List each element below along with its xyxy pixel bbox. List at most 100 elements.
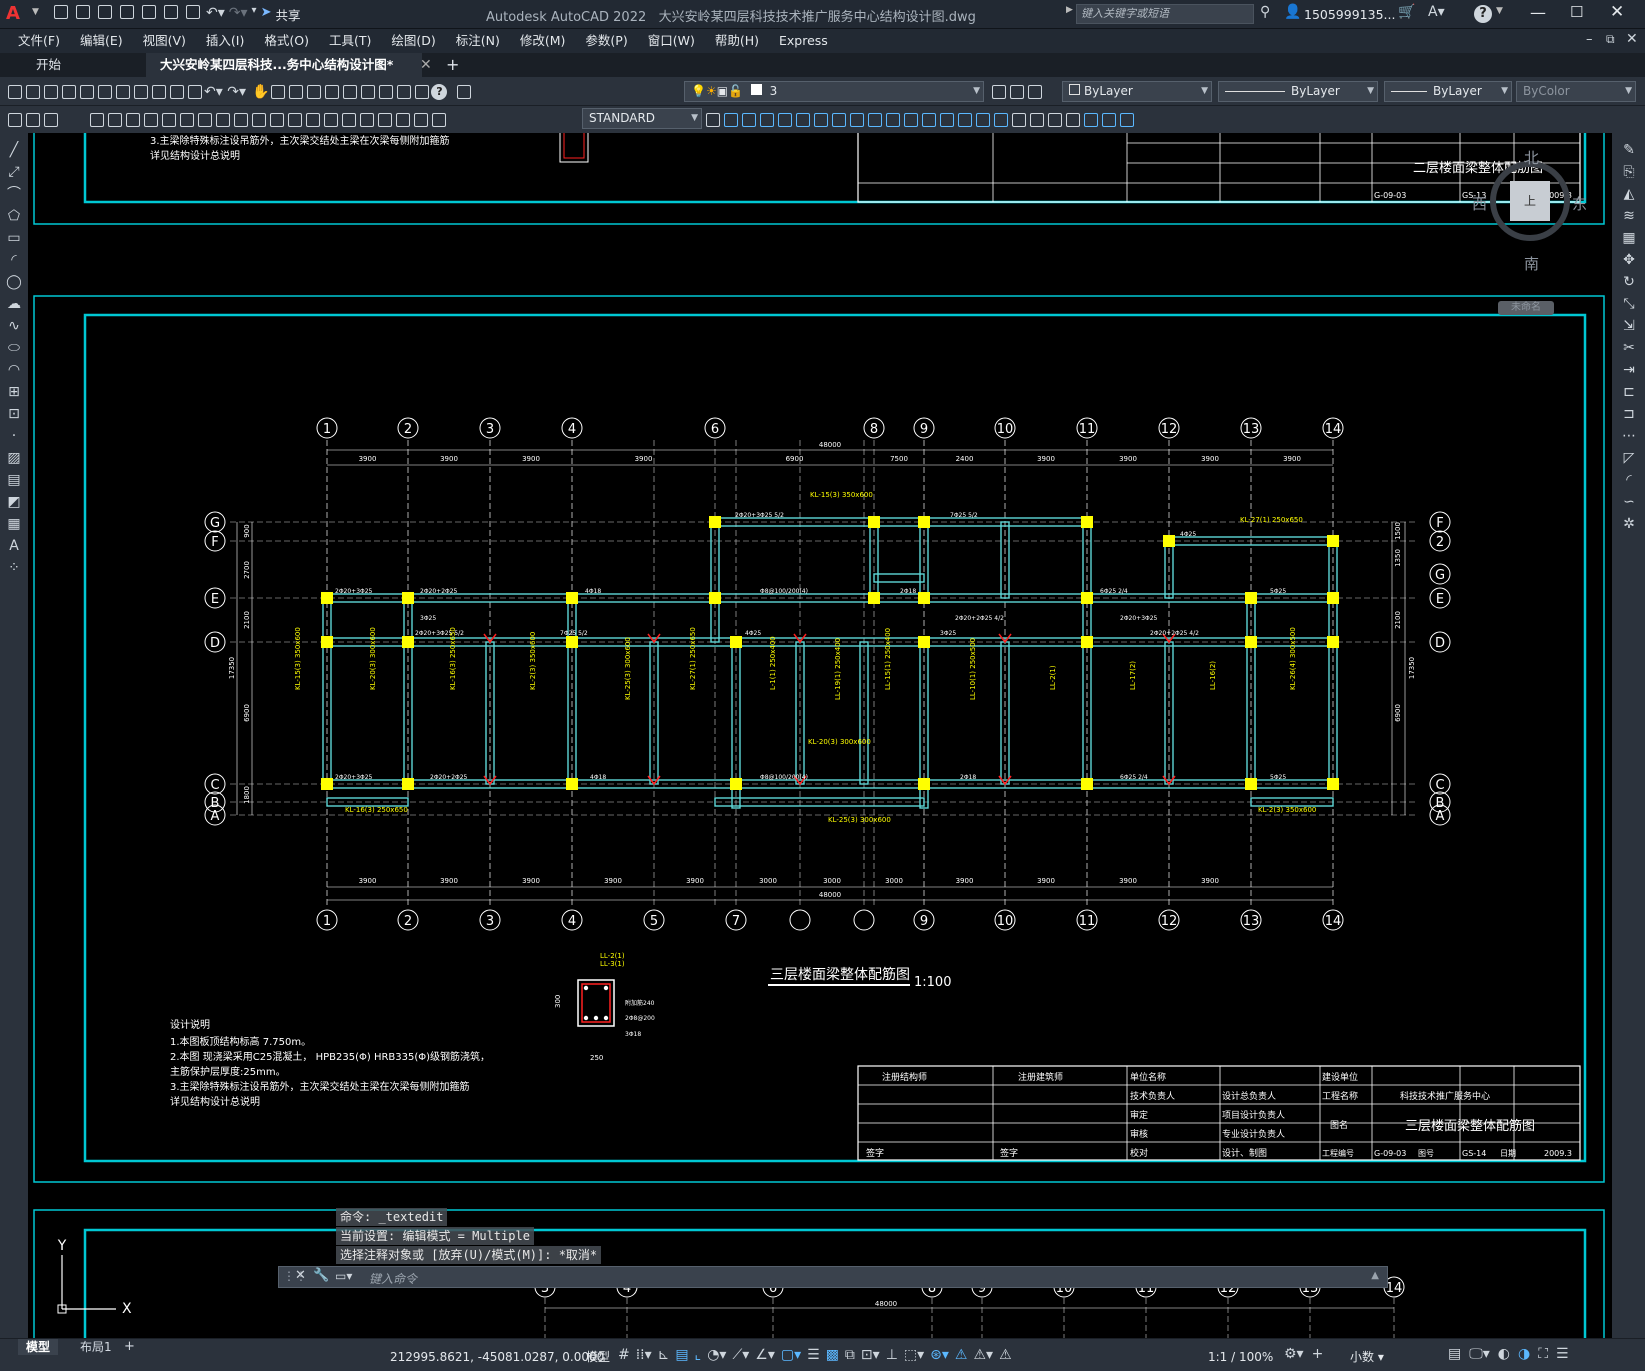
scale-icon[interactable]: ⤡ <box>1620 295 1638 313</box>
layer-state-icon[interactable] <box>1028 84 1042 99</box>
move-icon[interactable] <box>814 112 828 127</box>
dim-ordinate-icon[interactable] <box>144 112 158 127</box>
menu-item-10[interactable]: 窗口(W) <box>638 29 705 53</box>
command-input[interactable]: 键入命令 <box>369 1270 417 1287</box>
wcs-menu[interactable]: 未命名 <box>1498 301 1554 315</box>
stretch-icon[interactable]: ⇲ <box>1620 317 1638 335</box>
dim-continue-icon[interactable] <box>270 112 284 127</box>
rotate-icon[interactable]: ↻ <box>1620 273 1638 291</box>
insert-block-icon[interactable] <box>8 112 22 127</box>
save-icon[interactable] <box>44 84 58 99</box>
new-file-icon[interactable] <box>54 5 68 19</box>
command-line[interactable]: ⋮⋮ ✕ 🔧 ▭▾ 键入命令 ▲ <box>278 1266 1388 1288</box>
hardware-acceleration-icon[interactable]: ◑ <box>1518 1346 1530 1362</box>
tab-drawing[interactable]: 大兴安岭某四层科技...务中心结构设计图* <box>146 53 422 77</box>
rectangle-icon[interactable]: ▭ <box>5 229 23 247</box>
copy-icon[interactable] <box>152 84 166 99</box>
tab-start[interactable]: 开始 <box>22 53 75 77</box>
maximize-icon[interactable]: ☐ <box>1570 3 1583 21</box>
textstyle-dropdown[interactable]: STANDARD ▼ <box>582 108 702 129</box>
menu-item-2[interactable]: 视图(V) <box>133 29 196 53</box>
undo-icon[interactable]: ↶▾ <box>206 5 225 24</box>
command-close-icon[interactable]: ✕ <box>295 1268 306 1283</box>
save-web-icon[interactable] <box>164 5 178 19</box>
menu-item-7[interactable]: 标注(N) <box>446 29 510 53</box>
explode-icon[interactable] <box>994 112 1008 127</box>
share-button[interactable]: 共享 <box>275 5 300 24</box>
dynamic-ucs-icon[interactable]: ⊥ <box>886 1347 898 1363</box>
lock-icon[interactable]: 🔓 <box>728 84 743 98</box>
blend-icon[interactable]: ∽ <box>1620 493 1638 511</box>
mirror-icon[interactable]: ◭ <box>1620 185 1638 203</box>
array-icon[interactable] <box>796 112 810 127</box>
sheet-set-icon[interactable] <box>379 84 394 99</box>
extend-icon[interactable] <box>904 112 918 127</box>
share-icon[interactable]: ➤ <box>261 5 272 24</box>
cart-icon[interactable]: 🛒 <box>1398 4 1415 20</box>
break-icon[interactable]: ⊐ <box>1620 405 1638 423</box>
search-expand-icon[interactable]: ▶ <box>1066 5 1073 15</box>
viewcube[interactable]: 上 北 南 东 西 <box>1468 143 1588 273</box>
annotation-scale[interactable]: 1:1 / 100% <box>1208 1348 1273 1366</box>
lock-ui-icon[interactable]: 🖵▾ <box>1469 1346 1490 1362</box>
insert-block-icon[interactable]: ⊞ <box>5 383 23 401</box>
snap-icon[interactable]: ⁞⁞▾ <box>636 1347 652 1363</box>
selection-cycling-icon[interactable]: ⧉ <box>845 1347 855 1363</box>
chamfer-icon[interactable]: ◸ <box>1620 449 1638 467</box>
construction-line-icon[interactable]: ⤢ <box>5 163 23 181</box>
selection-filter-icon[interactable]: ⬚▾ <box>904 1347 924 1363</box>
transparency-icon[interactable]: ▩ <box>826 1347 839 1363</box>
calculator-icon[interactable] <box>415 84 430 99</box>
explode-icon[interactable]: ✲ <box>1620 515 1638 533</box>
menu-item-4[interactable]: 格式(O) <box>254 29 319 53</box>
close-icon[interactable]: ✕ <box>1610 2 1624 22</box>
copy-object-icon[interactable] <box>742 112 756 127</box>
menu-item-12[interactable]: Express <box>769 29 838 53</box>
tab-layout1[interactable]: 布局1 <box>72 1339 120 1355</box>
customize-qat-icon[interactable]: ▾ <box>252 5 257 24</box>
clean-screen-icon[interactable]: ⛶ <box>1538 1346 1548 1362</box>
group-icon[interactable] <box>1012 112 1026 127</box>
properties-icon[interactable] <box>325 84 340 99</box>
command-expand-icon[interactable]: ▲ <box>1371 1270 1379 1281</box>
point-icon[interactable]: · <box>5 427 23 445</box>
stretch-icon[interactable] <box>868 112 882 127</box>
rotate-icon[interactable] <box>832 112 846 127</box>
jogged-linear-icon[interactable] <box>378 112 392 127</box>
recent-commands-icon[interactable]: ▭▾ <box>335 1269 352 1283</box>
erase-icon[interactable]: ✎ <box>1620 141 1638 159</box>
help-icon[interactable]: ? <box>1474 5 1492 23</box>
help-icon[interactable]: ? <box>431 83 448 100</box>
polyline-icon[interactable]: ⌒ <box>5 185 23 203</box>
fillet-icon[interactable] <box>976 112 990 127</box>
layer-previous-icon[interactable] <box>1010 84 1024 99</box>
ellipse-arc-icon[interactable]: ◠ <box>5 361 23 379</box>
freeze-icon[interactable]: ☀ <box>706 84 717 98</box>
open-file-icon[interactable] <box>76 5 90 19</box>
dim-arc-icon[interactable] <box>126 112 140 127</box>
menu-item-1[interactable]: 编辑(E) <box>70 29 133 53</box>
inspect-icon[interactable] <box>360 112 374 127</box>
tab-model[interactable]: 模型 <box>18 1339 59 1355</box>
search-input[interactable]: 键入关键字或短语 <box>1076 4 1254 24</box>
menu-item-9[interactable]: 参数(P) <box>575 29 637 53</box>
dim-baseline-icon[interactable] <box>252 112 266 127</box>
quick-properties-icon[interactable]: ▤ <box>1448 1346 1461 1362</box>
hatch-icon[interactable] <box>1102 112 1116 127</box>
offset-icon[interactable]: ≋ <box>1620 207 1638 225</box>
gradient-icon[interactable]: ▤ <box>5 471 23 489</box>
gizmo-icon[interactable]: ⊛▾ <box>930 1347 949 1363</box>
dim-diameter-icon[interactable] <box>198 112 212 127</box>
open-icon[interactable] <box>26 84 40 99</box>
tab-add-button[interactable]: + <box>412 53 473 77</box>
cut-icon[interactable] <box>134 84 148 99</box>
erase-icon[interactable] <box>724 112 738 127</box>
scale-icon[interactable] <box>850 112 864 127</box>
save-icon[interactable] <box>98 5 112 19</box>
dim-style-icon[interactable] <box>706 112 720 127</box>
ellipse-icon[interactable]: ⬭ <box>5 339 23 357</box>
customize-icon[interactable]: 🔧 <box>313 1268 329 1283</box>
preview-icon[interactable] <box>80 84 94 99</box>
grid-icon[interactable]: # <box>618 1347 630 1363</box>
infer-icon[interactable]: ⊾ <box>658 1347 670 1363</box>
